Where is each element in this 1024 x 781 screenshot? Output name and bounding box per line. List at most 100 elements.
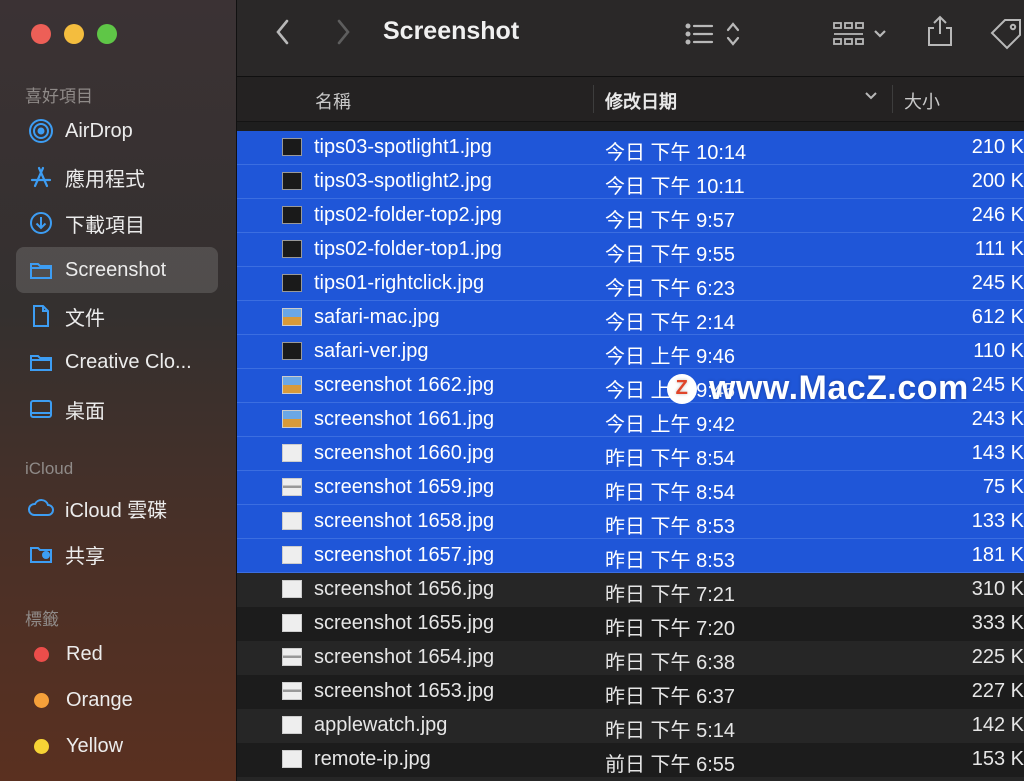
file-row[interactable]: tips03-spotlight2.jpg 今日 下午 10:11 200 K [237, 165, 1024, 199]
tag-icon [990, 19, 1021, 50]
sidebar-item-creative-cloud[interactable]: Creative Clo... [16, 339, 218, 385]
sidebar-item-label: Yellow [66, 734, 124, 757]
sidebar-section-tags: 標籤 [25, 610, 59, 629]
file-date: 今日 下午 6:23 [605, 278, 736, 300]
file-name: tips03-spotlight2.jpg [314, 170, 492, 192]
file-row[interactable]: screenshot 1653.jpg 昨日 下午 6:37 227 K [237, 675, 1024, 709]
file-row[interactable]: tips03-spotlight1.jpg 今日 下午 10:14 210 K [237, 131, 1024, 165]
file-date: 前日 下午 6:55 [605, 754, 736, 776]
window-title: Screenshot [383, 17, 520, 45]
file-thumbnail-icon [282, 342, 302, 360]
file-thumbnail-icon [282, 240, 302, 258]
file-date: 昨日 下午 8:54 [605, 448, 736, 470]
file-row[interactable]: screenshot 1654.jpg 昨日 下午 6:38 225 K [237, 641, 1024, 675]
sidebar-item-label: 桌面 [65, 400, 105, 423]
file-size: 142 K [971, 714, 1024, 736]
sidebar-tag-yellow[interactable]: Yellow [16, 723, 218, 769]
toolbar: Screenshot [237, 0, 1024, 77]
sidebar-item-label: AirDrop [65, 119, 133, 142]
file-thumbnail-icon [282, 614, 302, 632]
file-thumbnail-icon [282, 648, 302, 666]
file-date: 今日 下午 10:14 [605, 142, 747, 164]
file-thumbnail-icon [282, 410, 302, 428]
minimize-window-button[interactable] [64, 24, 84, 44]
column-size-header[interactable]: 大小 [904, 88, 940, 114]
file-row[interactable]: screenshot 1652.jpg前日 下午 1:3362 K [237, 777, 1024, 781]
column-date-header[interactable]: 修改日期 [605, 88, 677, 114]
desktop-icon [27, 395, 55, 423]
sidebar-item-airdrop[interactable]: AirDrop [16, 108, 218, 154]
sidebar-item-applications[interactable]: 應用程式 [16, 154, 218, 200]
column-name-header[interactable]: 名稱 [315, 88, 351, 114]
downloads-icon [27, 209, 55, 237]
tag-button[interactable] [988, 16, 1024, 57]
file-row[interactable]: applewatch.jpg 昨日 下午 5:14 142 K [237, 709, 1024, 743]
file-row[interactable]: screenshot 1656.jpg 昨日 下午 7:21 310 K [237, 573, 1024, 607]
sidebar-item-downloads[interactable]: 下載項目 [16, 200, 218, 246]
sidebar-section-favorites: 喜好項目 [25, 87, 93, 106]
file-size: 111 K [974, 238, 1024, 260]
file-thumbnail-icon [282, 376, 302, 394]
zoom-window-button[interactable] [97, 24, 117, 44]
file-name: tips02-folder-top1.jpg [314, 238, 502, 260]
sidebar-item-label: Red [66, 642, 103, 665]
applications-icon [27, 163, 55, 191]
file-thumbnail-icon [282, 206, 302, 224]
file-name: tips01-rightclick.jpg [314, 272, 485, 294]
file-thumbnail-icon [282, 138, 302, 156]
folder-icon [27, 348, 55, 376]
sidebar-item-desktop[interactable]: 桌面 [16, 386, 218, 432]
file-date: 今日 下午 9:57 [605, 210, 736, 232]
sidebar-item-label: iCloud 雲碟 [65, 499, 168, 522]
file-row[interactable]: remote-ip.jpg 前日 下午 6:55 153 K [237, 743, 1024, 777]
file-size: 245 K [971, 272, 1024, 294]
file-list: tips03-spotlight1.jpg 今日 下午 10:14 210 Ktip… [237, 131, 1024, 781]
file-row[interactable]: screenshot 1655.jpg 昨日 下午 7:20 333 K [237, 607, 1024, 641]
file-thumbnail-icon [282, 546, 302, 564]
column-divider[interactable] [593, 85, 594, 113]
file-row[interactable]: tips02-folder-top1.jpg 今日 下午 9:55 111 K [237, 233, 1024, 267]
file-size: 200 K [971, 170, 1024, 192]
sidebar-item-documents[interactable]: 文件 [16, 293, 218, 339]
file-size: 243 K [971, 408, 1024, 430]
file-row[interactable]: screenshot 1658.jpg 昨日 下午 8:53 133 K [237, 505, 1024, 539]
share-button[interactable] [925, 14, 955, 55]
file-row[interactable]: tips01-rightclick.jpg 今日 下午 6:23 245 K [237, 267, 1024, 301]
file-thumbnail-icon [282, 750, 302, 768]
sidebar-item-shared[interactable]: 共享 [16, 531, 218, 577]
orange-tag-dot-icon [34, 692, 49, 708]
share-icon [928, 15, 952, 46]
back-button[interactable] [273, 16, 293, 55]
file-thumbnail-icon [282, 580, 302, 598]
file-date: 今日 下午 9:55 [605, 244, 736, 266]
file-row[interactable]: screenshot 1657.jpg 昨日 下午 8:53 181 K [237, 539, 1024, 573]
file-name: screenshot 1661.jpg [314, 408, 495, 430]
watermark-text: www.MacZ.com [709, 369, 969, 407]
group-by-button[interactable] [833, 20, 893, 57]
sidebar-item-label: 應用程式 [65, 168, 145, 191]
file-row[interactable]: tips02-folder-top2.jpg 今日 下午 9:57 246 K [237, 199, 1024, 233]
column-divider[interactable] [892, 85, 893, 113]
close-window-button[interactable] [31, 24, 51, 44]
sidebar-item-screenshot[interactable]: Screenshot [16, 247, 218, 293]
file-name: tips03-spotlight1.jpg [314, 136, 492, 158]
file-row[interactable]: safari-mac.jpg 今日 下午 2:14 612 K [237, 301, 1024, 335]
file-name: screenshot 1659.jpg [314, 476, 495, 498]
file-size: 225 K [971, 646, 1024, 668]
file-row[interactable]: screenshot 1660.jpg 昨日 下午 8:54 143 K [237, 437, 1024, 471]
file-name: remote-ip.jpg [314, 748, 431, 770]
file-size: 153 K [971, 748, 1024, 770]
file-size: 333 K [971, 612, 1024, 634]
file-row[interactable]: screenshot 1661.jpg 今日 上午 9:42 243 K [237, 403, 1024, 437]
file-row[interactable]: safari-ver.jpg 今日 上午 9:46 110 K [237, 335, 1024, 369]
sort-chevron-down-icon[interactable] [863, 87, 879, 110]
column-header: 名稱 修改日期 大小 [237, 77, 1024, 122]
sidebar-item-icloud-drive[interactable]: iCloud 雲碟 [16, 485, 218, 531]
file-thumbnail-icon [282, 172, 302, 190]
forward-button[interactable] [333, 16, 353, 55]
file-name: tips02-folder-top2.jpg [314, 204, 502, 226]
view-options-button[interactable] [684, 20, 746, 57]
sidebar-tag-red[interactable]: Red [16, 631, 218, 677]
sidebar-tag-orange[interactable]: Orange [16, 677, 218, 723]
file-row[interactable]: screenshot 1659.jpg 昨日 下午 8:54 75 K [237, 471, 1024, 505]
